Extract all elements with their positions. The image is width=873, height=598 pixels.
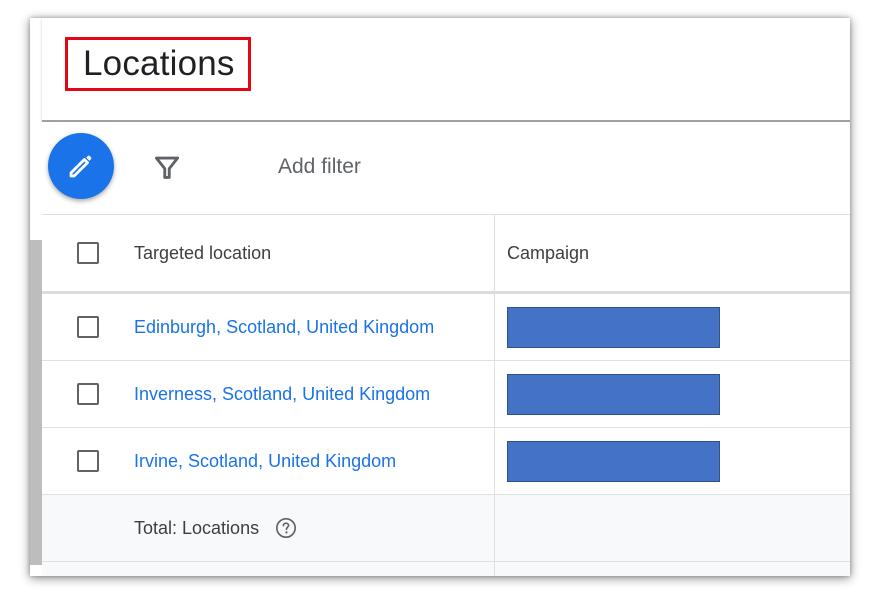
table-row: Inverness, Scotland, United Kingdom [42, 361, 850, 428]
row-checkbox[interactable] [77, 316, 99, 338]
tail-campaign-cell [495, 562, 850, 576]
row-checkbox-cell [42, 294, 134, 360]
card-header: Locations [42, 18, 850, 122]
row-checkbox-cell [42, 361, 134, 427]
row-checkbox-cell [42, 428, 134, 494]
column-header-campaign[interactable]: Campaign [507, 243, 589, 264]
location-link[interactable]: Edinburgh, Scotland, United Kingdom [134, 317, 434, 338]
campaign-redaction-block [507, 306, 720, 348]
page-title: Locations [83, 44, 235, 83]
screenshot-stage: Locations Add filter Targeted location C… [0, 0, 873, 598]
locations-card: Locations Add filter Targeted location C… [30, 18, 850, 576]
campaign-cell [495, 361, 850, 427]
location-cell: Inverness, Scotland, United Kingdom [134, 361, 495, 427]
table-row: Irvine, Scotland, United Kingdom [42, 428, 850, 495]
select-all-checkbox[interactable] [77, 242, 99, 264]
table-header-row: Targeted location Campaign [42, 215, 850, 294]
column-header-targeted-location[interactable]: Targeted location [134, 243, 271, 264]
total-row: Total: Locations [42, 495, 850, 562]
row-checkbox[interactable] [77, 383, 99, 405]
filter-toolbar: Add filter [42, 122, 850, 215]
total-spacer-cell [42, 495, 134, 561]
total-label: Total: Locations [134, 517, 260, 538]
help-circle-icon[interactable] [275, 517, 297, 539]
add-filter-button[interactable]: Add filter [278, 155, 361, 179]
table-row: Edinburgh, Scotland, United Kingdom [42, 294, 850, 361]
tail-spacer-cell [42, 562, 134, 576]
pencil-icon [69, 155, 92, 178]
column-header-campaign-cell: Campaign [495, 215, 850, 291]
table-tail-row [42, 562, 850, 576]
filter-funnel-icon[interactable] [152, 153, 182, 183]
total-campaign-cell [495, 495, 850, 561]
left-scroll-strip [30, 240, 42, 565]
locations-table: Targeted location Campaign Edinburgh, Sc… [42, 215, 850, 576]
campaign-redaction-block [507, 373, 720, 415]
campaign-cell [495, 294, 850, 360]
total-location-cell: Total: Locations [134, 495, 495, 561]
edit-button[interactable] [48, 133, 114, 199]
tail-location-cell [134, 562, 495, 576]
location-link[interactable]: Irvine, Scotland, United Kingdom [134, 451, 396, 472]
campaign-cell [495, 428, 850, 494]
column-header-location-cell: Targeted location [134, 215, 495, 291]
title-highlight-box: Locations [65, 37, 251, 91]
select-all-cell [42, 215, 134, 291]
campaign-redaction-block [507, 440, 720, 482]
location-link[interactable]: Inverness, Scotland, United Kingdom [134, 384, 430, 405]
location-cell: Irvine, Scotland, United Kingdom [134, 428, 495, 494]
row-checkbox[interactable] [77, 450, 99, 472]
location-cell: Edinburgh, Scotland, United Kingdom [134, 294, 495, 360]
